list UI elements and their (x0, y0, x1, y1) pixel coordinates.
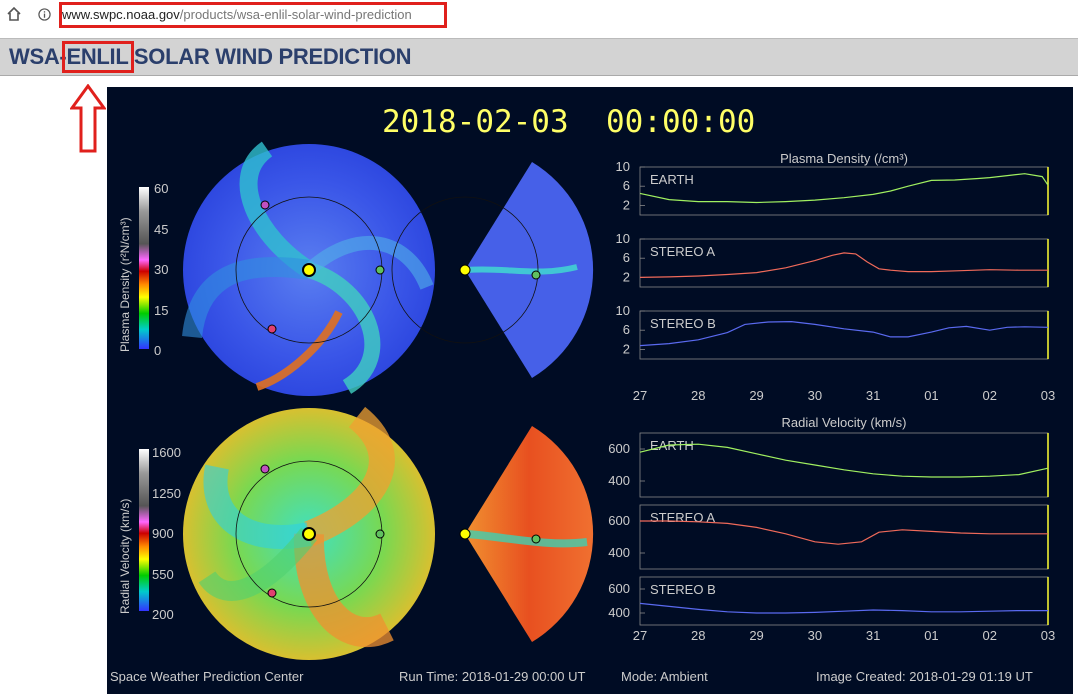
timestamp: 2018-02-03 00:00:00 (382, 104, 755, 140)
stereo-a-marker (267, 324, 277, 334)
chart-x-tick: 01 (924, 628, 938, 643)
enlil-highlight-box (62, 41, 134, 73)
chart-y-tick: 2 (623, 269, 630, 284)
chart-series-label: STEREO B (650, 582, 716, 597)
chart-y-tick: 10 (616, 159, 630, 174)
chart-series-line (639, 443, 1049, 478)
chart-x-tick: 27 (633, 388, 647, 403)
sun-marker (302, 263, 316, 277)
stereo-b-marker (260, 200, 270, 210)
velocity-tick: 1600 (152, 445, 181, 460)
chart-series-line (639, 602, 1048, 614)
chart-y-tick: 400 (608, 545, 630, 560)
chart-title: Radial Velocity (km/s) (782, 415, 907, 430)
velocity-tick: 1250 (152, 486, 181, 501)
chart-y-tick: 2 (623, 341, 630, 356)
chart-y-tick: 400 (608, 605, 630, 620)
url-highlight-box (59, 2, 447, 28)
chart-y-tick: 10 (616, 303, 630, 318)
chart-series-line (639, 173, 1049, 204)
density-disk-plot (182, 141, 435, 396)
density-colorbar-label: Plasma Density (r²N/cm³) (118, 217, 132, 352)
chart-y-tick: 600 (608, 513, 630, 528)
chart-y-tick: 6 (623, 322, 630, 337)
footer-mode: Mode: Ambient (621, 669, 708, 684)
chart-y-tick: 600 (608, 581, 630, 596)
chart-x-tick: 03 (1041, 628, 1055, 643)
density-tick: 60 (154, 181, 168, 196)
chart-x-tick: 30 (808, 628, 822, 643)
density-tick: 45 (154, 222, 168, 237)
chart-x-tick: 28 (691, 628, 705, 643)
density-tick: 0 (154, 343, 161, 358)
chart-x-tick: 01 (924, 388, 938, 403)
chart-x-tick: 29 (749, 628, 763, 643)
footer-created: Image Created: 2018-01-29 01:19 UT (816, 669, 1033, 684)
velocity-disk-plot (183, 406, 435, 660)
chart-y-tick: 10 (616, 231, 630, 246)
up-arrow-icon (70, 84, 106, 153)
velocity-colorbar-label: Radial Velocity (km/s) (118, 499, 132, 614)
density-tick: 30 (154, 262, 168, 277)
earth-marker (375, 265, 385, 275)
chart-y-tick: 6 (623, 178, 630, 193)
velocity-wedge-plot (459, 426, 594, 642)
chart-series-label: STEREO B (650, 316, 716, 331)
chart-x-tick: 31 (866, 388, 880, 403)
chart-x-tick: 29 (749, 388, 763, 403)
chart-panel-frame (639, 432, 1049, 498)
velocity-tick: 900 (152, 526, 174, 541)
chart-x-tick: 27 (633, 628, 647, 643)
enlil-prediction-figure: 2018-02-03 00:00:00 60 45 30 15 0 Plasma… (107, 87, 1073, 694)
velocity-tick: 550 (152, 567, 174, 582)
chart-x-tick: 31 (866, 628, 880, 643)
footer-center: Space Weather Prediction Center (110, 669, 304, 684)
footer-run-time: Run Time: 2018-01-29 00:00 UT (399, 669, 585, 684)
home-icon[interactable] (6, 6, 22, 22)
time-series-charts: Plasma Density (/cm³) 10 6 2 EARTH 10 6 2 STEREO… (608, 151, 1055, 643)
velocity-colorbar (139, 449, 149, 611)
chart-panel-frame (639, 166, 1049, 216)
chart-y-tick: 400 (608, 473, 630, 488)
chart-x-tick: 30 (808, 388, 822, 403)
chart-series-label: EARTH (650, 172, 694, 187)
chart-x-tick: 02 (982, 628, 996, 643)
density-tick: 15 (154, 303, 168, 318)
chart-title: Plasma Density (/cm³) (780, 151, 908, 166)
chart-x-tick: 28 (691, 388, 705, 403)
velocity-tick: 200 (152, 607, 174, 622)
chart-x-tick: 02 (982, 388, 996, 403)
chart-series-label: STEREO A (650, 244, 715, 259)
chart-y-tick: 2 (623, 197, 630, 212)
chart-y-tick: 600 (608, 441, 630, 456)
chart-y-tick: 6 (623, 250, 630, 265)
chart-x-tick: 03 (1041, 388, 1055, 403)
density-colorbar (139, 187, 149, 349)
page-title-bar: WSA-ENLIL SOLAR WIND PREDICTION (0, 38, 1078, 76)
info-icon[interactable] (38, 8, 51, 21)
figure-canvas: 2018-02-03 00:00:00 60 45 30 15 0 Plasma… (110, 104, 1055, 684)
